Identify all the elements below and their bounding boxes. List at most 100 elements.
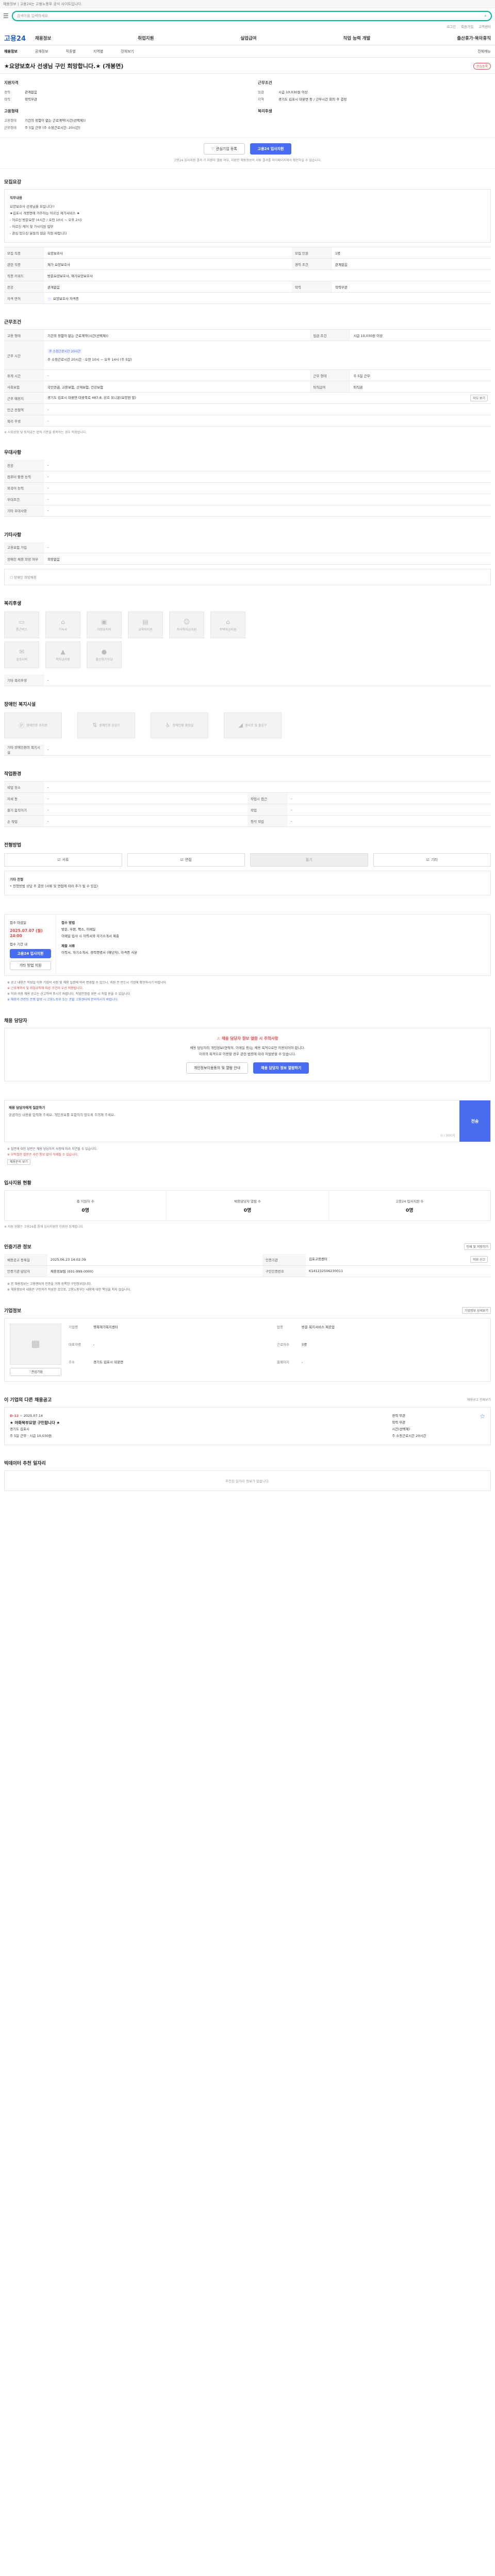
step-label: 필기 [305, 858, 312, 862]
welfare-item: ▤ 교육비지원 [128, 612, 163, 638]
gnb-item-jobs[interactable]: 채용정보 [35, 35, 51, 41]
reception-deadline: 접수 마감일 2025.07.07 (월) 24:00 접수 기간 내 고용24… [5, 914, 56, 975]
table-header-cell: 자세 등 [4, 792, 44, 804]
welfare-label: 기숙사 [58, 628, 68, 632]
gnb-item-support[interactable]: 취업지원 [138, 35, 154, 41]
scrap-button[interactable]: 관심등록 [473, 62, 491, 70]
gift-icon: ✉ [19, 648, 25, 655]
job-description-title: 직무내용 [10, 196, 22, 200]
book-icon: ▤ [142, 618, 148, 625]
table-cell: 주 소정근로시간 20시간 주 소정근로시간 20시간 · 오전 10시 ~ 오후… [44, 341, 491, 370]
disability-grid: Ⓟ 장애인용 주차장 ⇅ 장애인용 승강기 ♿ 장애인용 화장실 ◢ 경사로 및 출입구 [4, 712, 491, 738]
conditions-section: 근무조건 고용 형태 기간의 정함이 없는 근로계약(시간(선택제)) 임금 조건 시… [0, 309, 495, 439]
summary-label: 근무형태 [4, 126, 16, 130]
apply-note: 고용24 입사지원 결과 기 지원자 열람 여부, 지원한 채용정보의 서류 결… [0, 158, 495, 169]
subnav-item-jobs[interactable]: 채용정보 [4, 49, 18, 54]
inquiry-submit-button[interactable]: 전송 [459, 1100, 490, 1142]
subnav-item-menu[interactable]: 전체메뉴 [477, 49, 491, 54]
safety-title: 채용 담당자 정보 열람 시 주의사항 [221, 1036, 278, 1041]
method-line: 이메일 입사 시 이력서와 자기소개서 제출 [61, 934, 119, 938]
apply-button[interactable]: 고용24 입사지원 [250, 143, 292, 155]
summary-value: 학력무관 [25, 97, 37, 101]
other-jobs-section: 이 기업의 다른 채용공고 채용공고 전체보기 D-12 ~ 2025.07.1… [0, 1387, 495, 1450]
site-logo[interactable]: 고용24 [4, 33, 26, 43]
job-card[interactable]: D-12 ~ 2025.07.14 ★ 야화북부요양 구인합니다 ★ 경기도 김… [4, 1406, 491, 1445]
info-note: ※ 채용정보의 내용은 구인자가 작성한 것으로, 고용노동부는 내용에 대한 … [7, 1287, 131, 1292]
page-title: ★요양보호사 선생님 구인 희망합니다.★ (개봉면) [4, 63, 124, 70]
table-row: 전공 - [4, 460, 491, 471]
view-inquiries-button[interactable]: 채용문의 보기 [7, 1159, 31, 1165]
company-detail-button[interactable]: 기업정보 상세보기 [461, 1307, 491, 1314]
summary-value: 주 5일 근무 (주 소정근로시간: 20시간) [25, 126, 80, 130]
welfare-item: ⌂ 기숙사 [45, 612, 80, 638]
table-header-cell: 작업 [248, 804, 288, 816]
top-notice: 채용정보 | 고용24는 고용노동부 공식 사이트입니다. [0, 0, 495, 8]
table-row: 관련 직종 재가 요양보호사 경력 조건 관계없음 [4, 258, 491, 270]
follow-company-button[interactable]: ♡ 관심기업 [10, 1367, 61, 1376]
info-notes: ※ 본 채용정보는 고용센터의 인증을 거쳐 등록된 구인정보입니다. ※ 채용… [4, 1281, 491, 1293]
info-note: ※ 본 채용정보는 고용센터의 인증을 거쳐 등록된 구인정보입니다. [7, 1282, 92, 1286]
info-table: 채용공고 등록일 2025.06.23 14:02:39 인증기관 김포고용센터 허위 … [4, 1254, 491, 1277]
table-row: 모집 직종 요양보호사 모집 인원 1명 [4, 247, 491, 259]
menu-icon[interactable]: ☰ [3, 12, 9, 20]
table-cell: - [288, 804, 491, 816]
disability-section: 장애인 복지시설 Ⓟ 장애인용 주차장 ⇅ 장애인용 승강기 ♿ 장애인용 화장실 ◢… [0, 691, 495, 761]
table-header-cell: 전공 [4, 460, 44, 471]
inquiry-textarea[interactable]: 채용 담당자에게 질문하기 궁금하신 내용을 입력해 주세요. 개인정보를 포함… [5, 1100, 459, 1142]
heart-icon: ♡ [211, 147, 214, 151]
welfare-label: 출산휴가수당 [95, 658, 113, 662]
reception-apply-button[interactable]: 고용24 입사지원 [10, 949, 51, 958]
report-button[interactable]: 허위 신고 [470, 1256, 488, 1263]
view-contact-button[interactable]: 채용 담당자 정보 열람하기 [253, 1062, 309, 1074]
company-info: 기업명 행복재가복지센터 업종 방문 복지서비스 제공업 대표자명 - 근로자수 5명 … [69, 1324, 485, 1376]
stat-item: 총 지원자 수 0명 [5, 1191, 167, 1221]
table-cell: - [44, 744, 491, 756]
gnb-item-benefits[interactable]: 실업급여 [240, 35, 256, 41]
table-row: 작업 장소 - [4, 781, 491, 793]
search-icon[interactable]: ⌕ [484, 13, 487, 19]
top-bar: ☰ 검색어를 입력하세요 ⌕ [0, 8, 495, 24]
search-placeholder: 검색어를 입력하세요 [16, 14, 48, 18]
map-button[interactable]: 지도 보기 [470, 395, 488, 401]
stats-grid: 총 지원자 수 0명 채용담당자 열람 수 0명 고용24 입사지원 수 0명 [4, 1190, 491, 1221]
footer-space [0, 1496, 495, 1527]
subnav-item-public[interactable]: 공채정보 [35, 49, 48, 54]
login-link[interactable]: 로그인 [447, 24, 456, 31]
gnb-item-training[interactable]: 직업 능력 개발 [343, 35, 370, 41]
inquiry-notes: ※ 질문에 대한 답변은 채용 담당자의 사정에 따라 지연될 수 있습니다. … [4, 1146, 491, 1165]
table-row: 고용 형태 기간의 정함이 없는 근로계약(시간(선택제)) 임금 조건 시급 10,… [4, 329, 491, 341]
star-icon[interactable]: ☆ [480, 1413, 485, 1439]
conditions-table: 고용 형태 기간의 정함이 없는 근로계약(시간(선택제)) 임금 조건 시급 10,… [4, 329, 491, 427]
checkbox[interactable]: ☐ [10, 575, 13, 580]
table-header-cell: 모집 직종 [4, 247, 44, 259]
job-line: 경기도 김포시 [10, 1427, 29, 1431]
other-jobs-more-link[interactable]: 채용공고 전체보기 [467, 1397, 491, 1402]
info-heading: 인증기관 정보 [4, 1245, 31, 1250]
privacy-consent-button[interactable]: 개인정보이용동의 및 열람 안내 [186, 1062, 249, 1074]
company-value: - [93, 1342, 95, 1347]
welfare-item: ⌂ 주택자금지원 [210, 612, 245, 638]
stat-value: 0명 [406, 1208, 414, 1213]
other-apply-button[interactable]: 기타 방법 지원 [10, 961, 51, 970]
table-cell: - [44, 369, 310, 381]
subnav-item-region[interactable]: 지역별 [93, 49, 103, 54]
method-title: 접수 방법 [61, 921, 75, 925]
reception-section: 접수 마감일 2025.07.07 (월) 24:00 접수 기간 내 고용24… [0, 901, 495, 1008]
environment-table: 작업 장소 - 자세 등 - 작업시 접근 - 들기 움직이기 - 작업 - 손 작업 - 청각 … [4, 781, 491, 827]
description-line: - 어르신 케어 및 가사지원 업무 [10, 225, 54, 229]
subnav-item-all[interactable]: 전체보기 [121, 49, 134, 54]
interest-company-button[interactable]: ♡ 관심기업 등록 [203, 143, 245, 155]
building-icon: ▦ [31, 1338, 40, 1349]
print-button[interactable]: 인쇄 및 저장하기 [464, 1243, 491, 1250]
job-title[interactable]: ★ 야화북부요양 구인합니다 ★ [10, 1419, 392, 1426]
summary-value: 관계없음 [25, 90, 37, 94]
preferences-heading: 우대사항 [4, 450, 22, 455]
search-input[interactable]: 검색어를 입력하세요 ⌕ [11, 11, 492, 21]
gnb-item-leave[interactable]: 출산휴가·육아휴직 [457, 35, 491, 41]
subnav-item-job-type[interactable]: 직종별 [66, 49, 76, 54]
table-cell: - [288, 792, 491, 804]
signup-link[interactable]: 회원가입 [461, 24, 473, 31]
help-link[interactable]: 고객센터 [478, 24, 491, 31]
disability-label: 장애인용 승강기 [99, 724, 120, 727]
bus-icon: ▭ [19, 618, 25, 625]
